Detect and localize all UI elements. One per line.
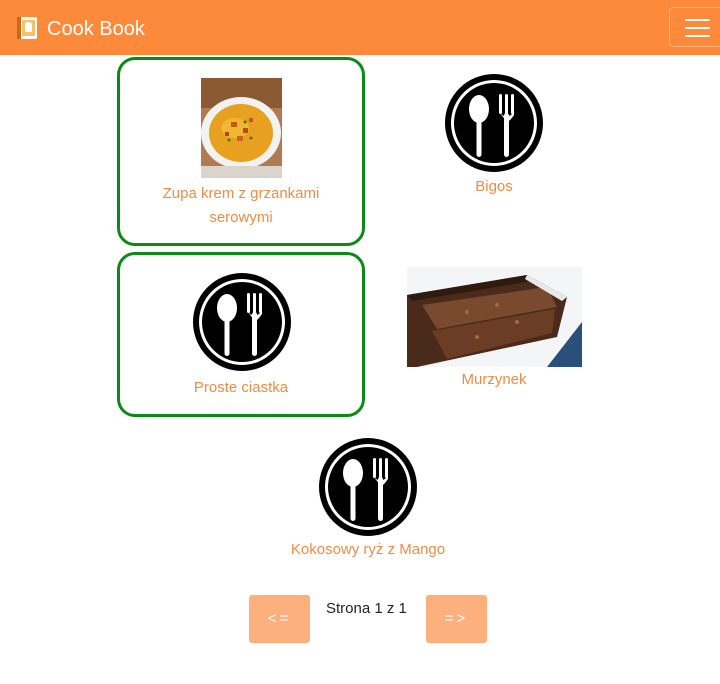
recipe-name[interactable]: Zupa krem z grzankami serowymi xyxy=(120,182,362,230)
recipe-card[interactable]: Proste ciastka xyxy=(117,252,365,417)
recipe-name[interactable]: Proste ciastka xyxy=(120,376,362,400)
hamburger-line xyxy=(685,35,710,37)
cookbook-logo-icon xyxy=(17,17,37,39)
hamburger-line xyxy=(685,27,710,29)
recipe-photo xyxy=(201,78,282,178)
next-page-button[interactable]: => xyxy=(426,595,487,643)
app-title[interactable]: Cook Book xyxy=(47,17,145,41)
recipe-card[interactable]: Kokosowy ryż z Mango xyxy=(243,422,493,572)
page-indicator: Strona 1 z 1 xyxy=(326,600,407,617)
cutlery-icon xyxy=(444,73,544,173)
recipe-card[interactable]: Murzynek xyxy=(369,252,619,417)
recipe-photo xyxy=(407,267,582,367)
recipe-name[interactable]: Murzynek xyxy=(369,368,619,392)
cutlery-icon xyxy=(192,272,292,372)
recipe-name[interactable]: Bigos xyxy=(369,175,619,199)
recipe-card[interactable]: Bigos xyxy=(369,57,619,246)
navbar: Cook Book xyxy=(0,0,720,55)
recipe-card[interactable]: Zupa krem z grzankami serowymi xyxy=(117,57,365,246)
recipe-name[interactable]: Kokosowy ryż z Mango xyxy=(243,538,493,562)
menu-toggle-button[interactable] xyxy=(669,7,720,47)
cutlery-icon xyxy=(318,437,418,537)
hamburger-line xyxy=(685,19,710,21)
prev-page-button[interactable]: <= xyxy=(249,595,310,643)
